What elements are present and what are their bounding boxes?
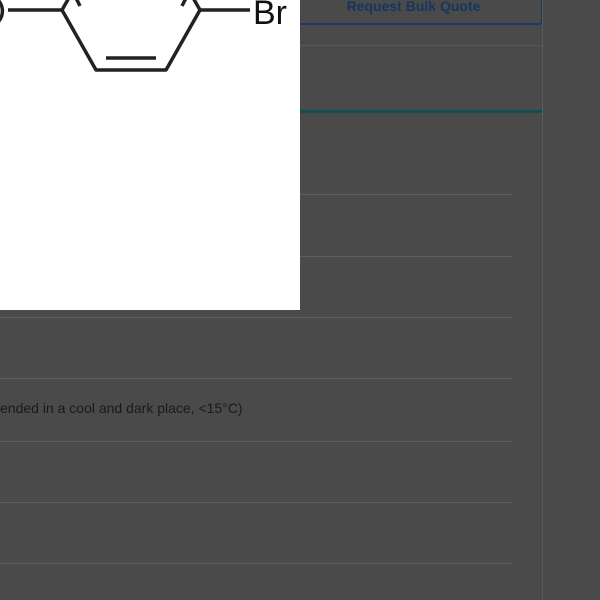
active-tab-indicator xyxy=(300,110,542,113)
table-row-divider xyxy=(0,563,512,564)
table-row-divider xyxy=(0,502,512,503)
bromine-atom-label: Br xyxy=(253,0,287,32)
table-row-divider xyxy=(0,441,512,442)
table-row-divider xyxy=(0,378,512,379)
structure-drawing: Br xyxy=(0,0,287,72)
chemical-structure-image: Br xyxy=(0,0,300,310)
table-row-divider xyxy=(0,317,512,318)
request-bulk-quote-button[interactable]: Request Bulk Quote xyxy=(284,0,543,25)
section-divider xyxy=(300,45,542,46)
product-page: Request Bulk Quote ended in a cool and d… xyxy=(0,0,600,600)
content-border xyxy=(542,0,543,600)
storage-condition-value: ended in a cool and dark place, <15°C) xyxy=(0,400,243,416)
